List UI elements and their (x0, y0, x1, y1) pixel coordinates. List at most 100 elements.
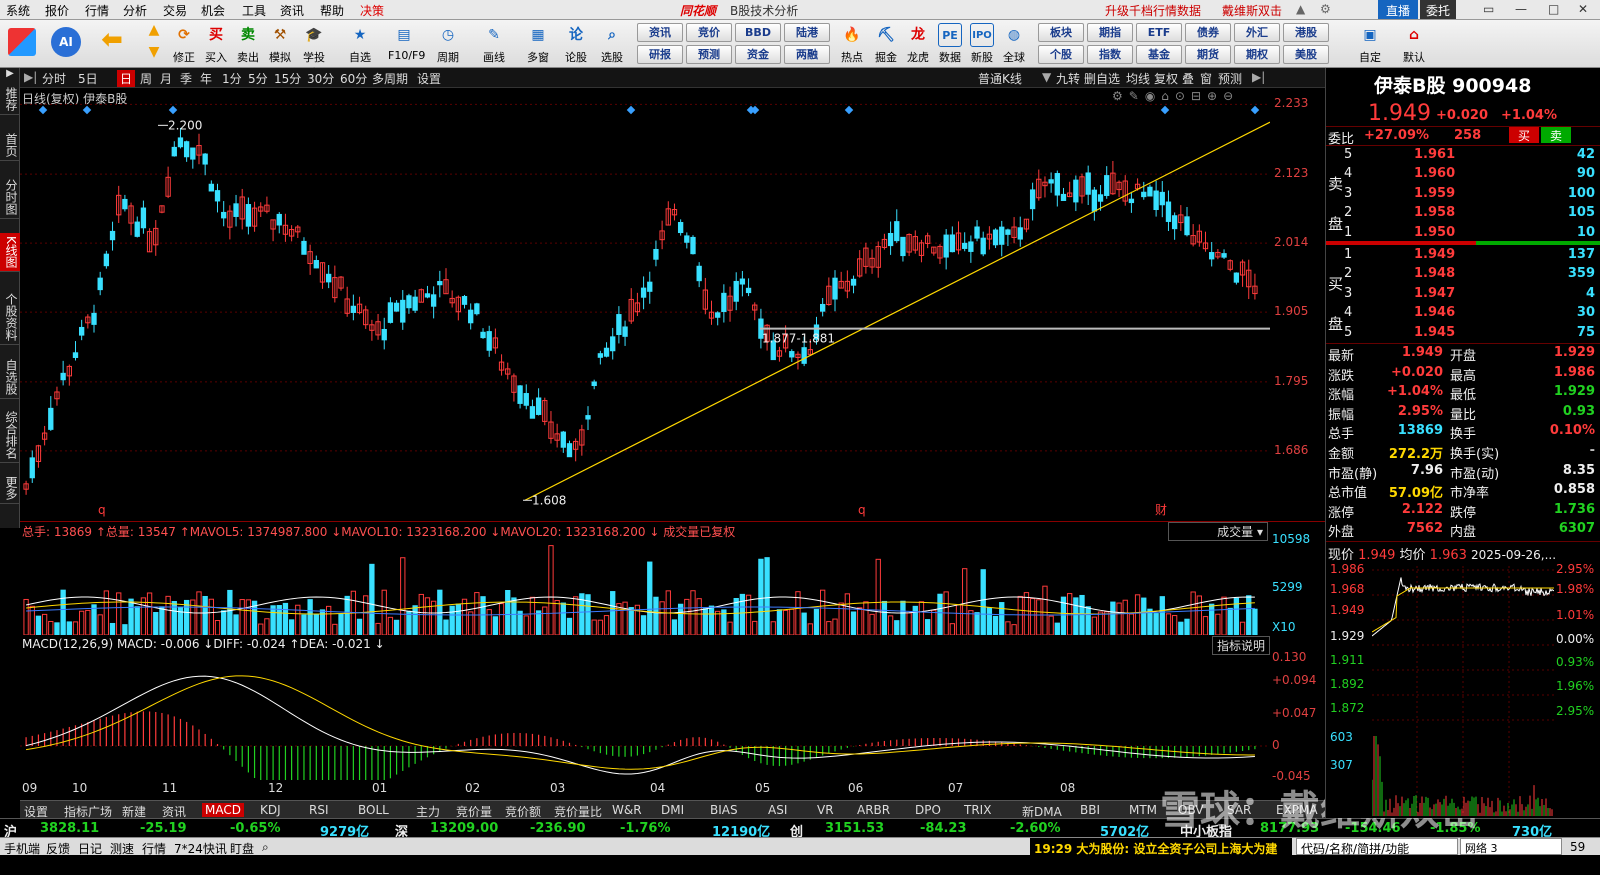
volume-chart[interactable] (20, 538, 1270, 635)
kline-opt-ma[interactable]: 均线 (1126, 70, 1150, 87)
account-button[interactable]: 委托 (1420, 0, 1457, 19)
quick-sell-button[interactable]: 卖 (1541, 127, 1571, 143)
period-toggle-icon[interactable]: ▶| (24, 70, 37, 84)
period-settings[interactable]: 设置 (417, 70, 441, 87)
macd-chart[interactable] (20, 652, 1270, 780)
leftnav-ranking[interactable]: 综合排名 (0, 408, 20, 463)
pill-options[interactable]: 期权 (1234, 45, 1280, 64)
toolbar-btn-default[interactable]: ⌂ 默认 (1398, 22, 1430, 66)
kline-chart[interactable]: 2.200 1.608 1.877-1.881 q q 财 (20, 100, 1270, 518)
leftnav-timeshare[interactable]: 分时图 (0, 176, 20, 219)
toolbar-btn-simulate[interactable]: ⚒ 模拟 (264, 22, 296, 66)
intraday-mini-chart[interactable] (1372, 566, 1554, 816)
toolbar-btn-dragon[interactable]: 龙龙虎 (902, 22, 934, 66)
period-timeshare[interactable]: 分时 (42, 70, 66, 87)
pill-stock[interactable]: 个股 (1038, 45, 1084, 64)
menu-decision[interactable]: 决策 (360, 2, 384, 19)
kline-opt-jiuzhuan[interactable]: 九转 (1056, 70, 1080, 87)
pill-bond[interactable]: 债券 (1185, 23, 1231, 42)
period-week[interactable]: 周 (140, 70, 152, 87)
window-maximize-icon[interactable]: □ (1548, 2, 1559, 16)
status-news724[interactable]: 7*24快讯 (174, 840, 227, 857)
pill-forex[interactable]: 外汇 (1234, 23, 1280, 42)
back-button[interactable]: ⬅ (96, 22, 128, 66)
indicator-tab[interactable]: MTM (1129, 803, 1157, 817)
news-ticker[interactable]: 19:29 大为股份: 设立全资子公司上海大为建 (1030, 838, 1292, 855)
indicator-tab[interactable]: MACD (202, 803, 244, 817)
collapse-arrow-icon[interactable]: ▶ (0, 68, 20, 84)
indicator-tab[interactable]: VR (817, 803, 834, 817)
pill-index[interactable]: 指数 (1087, 45, 1133, 64)
gear-icon[interactable]: ⚙ (1320, 2, 1331, 16)
toolbar-btn-data[interactable]: PE 数据 (934, 22, 966, 66)
indicator-tab[interactable]: W&R (612, 803, 642, 817)
pill-sector[interactable]: 板块 (1038, 23, 1084, 42)
period-1min[interactable]: 1分 (222, 70, 242, 87)
indicator-tab[interactable]: BBI (1080, 803, 1100, 817)
pill-funds[interactable]: 资金 (735, 45, 781, 64)
indicator-tab[interactable]: TRIX (964, 803, 991, 817)
toolbar-btn-sell[interactable]: 卖卖出 (232, 22, 264, 66)
toolbar-btn-hot[interactable]: 🔥 热点 (836, 22, 868, 66)
toolbar-btn-picker[interactable]: ⌕ 选股 (596, 22, 628, 66)
pill-etf[interactable]: ETF (1136, 23, 1182, 42)
pill-research[interactable]: 研报 (637, 45, 683, 64)
period-60min[interactable]: 60分 (340, 70, 367, 87)
indicator-tab[interactable]: ASI (768, 803, 787, 817)
pill-fund[interactable]: 基金 (1136, 45, 1182, 64)
leftnav-recommend[interactable]: 推荐 (0, 84, 20, 115)
status-watch[interactable]: 盯盘 (230, 840, 254, 857)
indicator-tab[interactable]: BIAS (710, 803, 738, 817)
period-30min[interactable]: 30分 (307, 70, 334, 87)
live-button[interactable]: 直播 (1378, 0, 1419, 19)
bell-icon[interactable]: ▲ (1296, 2, 1305, 16)
menu-opportunity[interactable]: 机会 (201, 2, 225, 19)
menu-help[interactable]: 帮助 (320, 2, 344, 19)
window-close-icon[interactable]: ✕ (1578, 2, 1588, 16)
kline-type-select[interactable]: 普通K线 (978, 70, 1022, 87)
toolbar-btn-draw[interactable]: ✎ 画线 (478, 22, 510, 66)
period-5day[interactable]: 5日 (78, 70, 98, 87)
window-minimize-icon[interactable]: — (1515, 2, 1527, 16)
expand-right-icon[interactable]: ▶| (1252, 70, 1265, 84)
pill-margin[interactable]: 两融 (784, 45, 830, 64)
menu-news[interactable]: 资讯 (280, 2, 304, 19)
status-diary[interactable]: 日记 (78, 840, 102, 857)
pill-us-stock[interactable]: 美股 (1283, 45, 1329, 64)
promo-upgrade-link[interactable]: 升级千档行情数据 (1105, 2, 1201, 19)
period-multi[interactable]: 多周期 (372, 70, 408, 87)
indicator-tab[interactable]: KDJ (260, 803, 281, 817)
indicator-tab[interactable]: ARBR (857, 803, 890, 817)
toolbar-btn-custom[interactable]: ▣ 自定 (1354, 22, 1386, 66)
kline-opt-window[interactable]: 窗 (1200, 70, 1212, 87)
period-5min[interactable]: 5分 (248, 70, 268, 87)
status-mobile[interactable]: 手机端 (4, 840, 40, 857)
kline-opt-unwatch[interactable]: 删自选 (1084, 70, 1120, 87)
toolbar-btn-learn[interactable]: 🎓学投资 (298, 22, 330, 80)
scroll-arrows[interactable]: ▲ ▼ (138, 22, 170, 66)
period-month[interactable]: 月 (160, 70, 172, 87)
toolbar-btn-global[interactable]: ◍ 全球 (998, 22, 1030, 66)
toolbar-btn-multiwin[interactable]: ▦ 多窗 (522, 22, 554, 66)
toolbar-btn-ipo[interactable]: IPO 新股 (966, 22, 998, 66)
leftnav-profile[interactable]: 个股资料 (0, 290, 20, 345)
period-15min[interactable]: 15分 (274, 70, 301, 87)
search-icon[interactable]: ⌕ (262, 840, 269, 855)
toolbar-btn-watchlist[interactable]: ★ 自选 (344, 22, 376, 66)
pill-futures-index[interactable]: 期指 (1087, 23, 1133, 42)
leftnav-watchlist[interactable]: 自选股 (0, 356, 20, 399)
status-speedtest[interactable]: 测速 (110, 840, 134, 857)
quick-buy-button[interactable]: 买 (1509, 127, 1539, 143)
menu-market[interactable]: 行情 (85, 2, 109, 19)
menu-analysis[interactable]: 分析 (123, 2, 147, 19)
period-year[interactable]: 年 (200, 70, 212, 87)
pill-hk-connect[interactable]: 陆港 (784, 23, 830, 42)
toolbar-btn-forum[interactable]: 论论股 (560, 22, 592, 66)
code-search-input[interactable]: 代码/名称/简拼/功能 (1296, 838, 1458, 856)
period-day[interactable]: 日 (117, 70, 136, 87)
pill-forecast[interactable]: 预测 (686, 45, 732, 64)
arrow-up-icon[interactable]: ▲ (138, 22, 170, 38)
status-feedback[interactable]: 反馈 (46, 840, 70, 857)
pill-hk-stock[interactable]: 港股 (1283, 23, 1329, 42)
kline-opt-adjust[interactable]: 复权 (1154, 70, 1178, 87)
